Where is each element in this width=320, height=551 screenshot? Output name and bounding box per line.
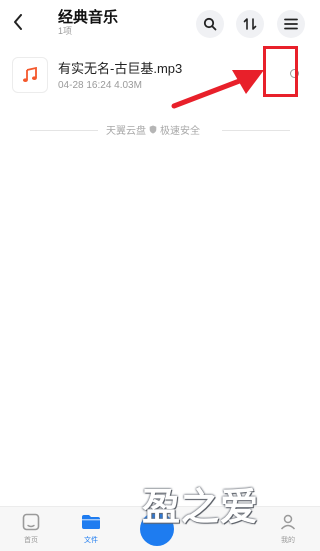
- annotation-arrow-icon: [171, 70, 264, 109]
- shield-icon: [149, 125, 157, 134]
- footer-text: 天翼云盘 极速安全: [106, 122, 200, 137]
- header: 经典音乐 1项: [0, 0, 320, 44]
- tab-files[interactable]: 文件: [71, 513, 111, 545]
- user-icon: [280, 514, 296, 530]
- watermark: 盈之爱: [142, 487, 260, 529]
- tab-home[interactable]: 首页: [11, 513, 51, 545]
- sort-icon: [243, 18, 257, 30]
- chevron-left-icon: [14, 14, 22, 30]
- tab-home-label: 首页: [24, 537, 38, 544]
- music-note-icon: [23, 67, 37, 82]
- sort-button[interactable]: [236, 10, 264, 38]
- file-name: 有实无名-古巨基.mp3: [58, 61, 183, 76]
- security-text: 极速安全: [160, 126, 200, 137]
- footer-note: 天翼云盘 极速安全: [0, 122, 320, 138]
- tab-mine-label: 我的: [281, 537, 295, 544]
- search-button[interactable]: [196, 10, 224, 38]
- menu-icon: [284, 18, 298, 30]
- music-file-icon: [12, 57, 48, 93]
- tab-files-label: 文件: [84, 537, 98, 544]
- file-meta: 04-28 16:24 4.03M: [58, 80, 142, 91]
- back-button[interactable]: [8, 10, 28, 34]
- annotation-highlight-box: [263, 46, 298, 97]
- search-icon: [203, 17, 217, 31]
- tab-mine[interactable]: 我的: [268, 513, 308, 545]
- home-icon: [22, 513, 40, 531]
- folder-icon: [82, 515, 100, 529]
- divider: [30, 130, 98, 131]
- item-count: 1项: [58, 26, 73, 36]
- divider: [222, 130, 290, 131]
- menu-button[interactable]: [277, 10, 305, 38]
- brand-name: 天翼云盘: [106, 126, 146, 137]
